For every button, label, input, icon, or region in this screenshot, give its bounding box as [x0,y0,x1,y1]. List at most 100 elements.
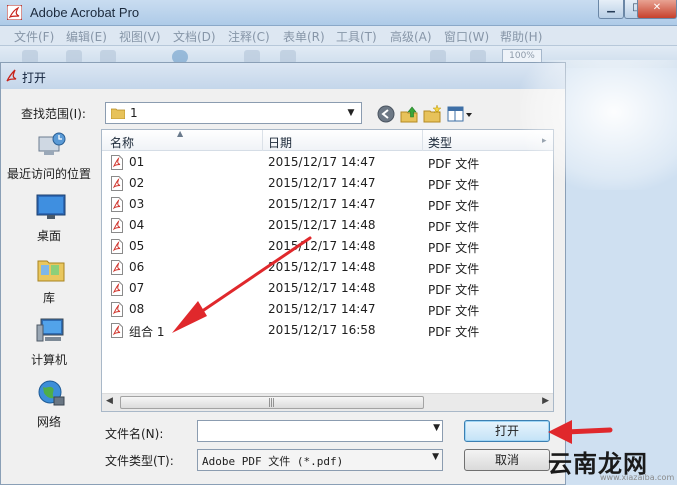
folder-icon [111,108,125,119]
file-row[interactable]: 05 2015/12/17 14:48 PDF 文件 [102,236,553,257]
file-type: PDF 文件 [428,199,480,213]
pdf-file-icon [111,302,123,317]
filetype-value: Adobe PDF 文件 (*.pdf) [202,455,344,468]
grip-icon: ||| [268,398,275,408]
new-folder-icon[interactable] [422,104,442,124]
pdf-file-icon [111,281,123,296]
filename-input[interactable]: ▼ [197,420,443,442]
file-type: PDF 文件 [428,283,480,297]
file-row[interactable]: 04 2015/12/17 14:48 PDF 文件 [102,215,553,236]
file-name: 01 [129,155,145,169]
file-date: 2015/12/17 14:48 [268,218,376,232]
acrobat-logo-icon [7,5,22,20]
chevron-down-icon[interactable]: ▼ [433,423,440,433]
file-name: 05 [129,239,145,253]
file-row[interactable]: 01 2015/12/17 14:47 PDF 文件 [102,152,553,173]
menu-edit[interactable]: 编辑(E) [66,28,107,45]
look-in-dropdown[interactable]: 1 ▼ [105,102,362,124]
open-button[interactable]: 打开 [464,420,550,442]
menu-file[interactable]: 文件(F) [14,28,54,45]
minimize-icon: ▁ [607,2,615,13]
back-icon[interactable] [376,104,396,124]
place-desktop[interactable]: 桌面 [5,193,93,251]
look-in-value: 1 [130,106,138,120]
file-name: 06 [129,260,145,274]
file-type: PDF 文件 [428,262,480,276]
file-date: 2015/12/17 14:48 [268,281,376,295]
libraries-icon [37,260,65,282]
acrobat-doc-icon [6,69,17,82]
scroll-left-arrow-icon[interactable]: ◀ [106,396,113,406]
file-type: PDF 文件 [428,304,480,318]
file-list-header: 名称 ▲ 日期 类型 ▸ [102,129,553,151]
file-type: PDF 文件 [428,178,480,192]
dialog-titlebar: 打开 [1,63,565,89]
app-titlebar: Adobe Acrobat Pro ▁ □ ✕ [0,0,677,26]
file-row[interactable]: 06 2015/12/17 14:48 PDF 文件 [102,257,553,278]
file-row[interactable]: 03 2015/12/17 14:47 PDF 文件 [102,194,553,215]
place-label: 库 [42,291,55,305]
file-date: 2015/12/17 16:58 [268,323,376,337]
file-name: 03 [129,197,145,211]
column-divider[interactable] [262,130,263,151]
place-recent[interactable]: 最近访问的位置 [5,131,93,189]
menu-view[interactable]: 视图(V) [119,28,161,45]
place-label: 计算机 [30,353,67,367]
column-name[interactable]: 名称 [110,134,134,151]
menu-document[interactable]: 文档(D) [173,28,216,45]
column-type[interactable]: 类型 [428,134,452,151]
menu-window[interactable]: 窗口(W) [444,28,489,45]
column-date[interactable]: 日期 [268,134,292,151]
scrollbar-thumb[interactable]: ||| [120,396,424,409]
file-date: 2015/12/17 14:48 [268,260,376,274]
watermark-url: www.xiazaiba.com [600,473,675,482]
file-row[interactable]: 02 2015/12/17 14:47 PDF 文件 [102,173,553,194]
sort-up-icon: ▲ [177,129,184,138]
dialog-title: 打开 [22,71,47,85]
up-folder-icon[interactable] [399,104,419,124]
file-name: 08 [129,302,145,316]
file-row[interactable]: 组合 1 2015/12/17 16:58 PDF 文件 [102,320,553,341]
pdf-file-icon [111,323,123,338]
file-name: 07 [129,281,145,295]
place-network[interactable]: 网络 [5,379,93,437]
place-label: 最近访问的位置 [6,167,91,181]
pdf-file-icon [111,197,123,212]
file-date: 2015/12/17 14:47 [268,302,376,316]
menu-comments[interactable]: 注释(C) [228,28,270,45]
look-in-label: 查找范围(I): [21,107,86,121]
place-label: 桌面 [36,229,61,243]
desktop-icon [36,194,66,219]
file-type: PDF 文件 [428,220,480,234]
cancel-button[interactable]: 取消 [464,449,550,471]
menu-advanced[interactable]: 高级(A) [390,28,432,45]
close-window-button[interactable]: ✕ [637,0,677,19]
file-row[interactable]: 08 2015/12/17 14:47 PDF 文件 [102,299,553,320]
menu-tools[interactable]: 工具(T) [336,28,377,45]
place-libraries[interactable]: 库 [5,255,93,313]
view-menu-icon[interactable] [447,104,475,124]
chevron-down-icon[interactable]: ▼ [432,452,439,462]
app-menubar: 文件(F) 编辑(E) 视图(V) 文档(D) 注释(C) 表单(R) 工具(T… [0,26,677,46]
filetype-dropdown[interactable]: Adobe PDF 文件 (*.pdf) ▼ [197,449,443,471]
file-date: 2015/12/17 14:47 [268,155,376,169]
file-name: 02 [129,176,145,190]
chevron-down-icon[interactable]: ▼ [343,104,359,122]
place-computer[interactable]: 计算机 [5,317,93,375]
recent-places-icon [38,132,66,155]
scroll-right-icon[interactable]: ▸ [542,136,547,146]
menu-forms[interactable]: 表单(R) [283,28,325,45]
file-row[interactable]: 07 2015/12/17 14:48 PDF 文件 [102,278,553,299]
file-date: 2015/12/17 14:47 [268,176,376,190]
file-date: 2015/12/17 14:48 [268,239,376,253]
file-name: 组合 1 [129,325,165,339]
menu-help[interactable]: 帮助(H) [500,28,542,45]
pdf-file-icon [111,176,123,191]
file-list[interactable]: 名称 ▲ 日期 类型 ▸ 01 2015/12/17 14:47 PDF 文件 02 2… [101,129,554,412]
horizontal-scrollbar[interactable]: ◀ ||| ▶ [102,393,553,411]
minimize-button[interactable]: ▁ [598,0,624,19]
scroll-right-arrow-icon[interactable]: ▶ [542,396,549,406]
app-title: Adobe Acrobat Pro [30,5,140,20]
computer-icon [36,318,64,342]
column-divider[interactable] [422,130,423,151]
